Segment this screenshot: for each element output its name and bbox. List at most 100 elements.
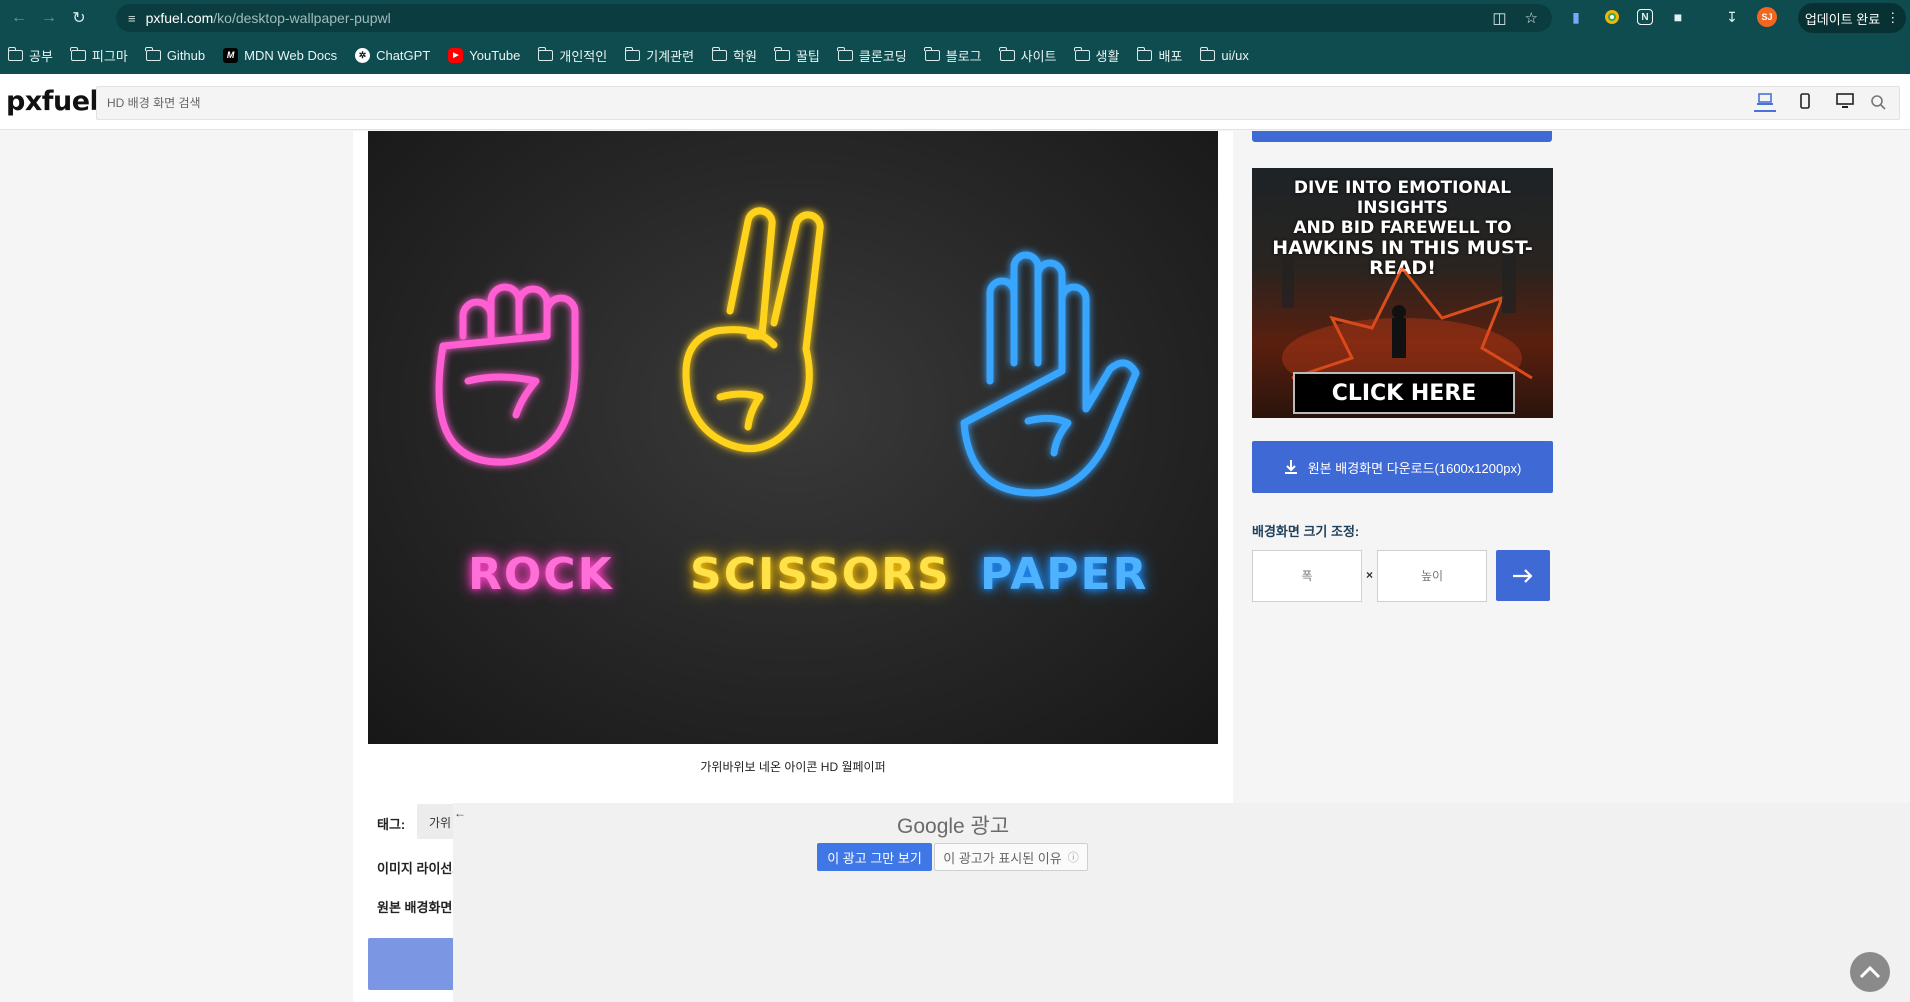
site-info-icon[interactable]: ≡ bbox=[128, 11, 136, 26]
bookmark-item[interactable]: Github bbox=[145, 46, 205, 63]
license-label: 이미지 라이선스 bbox=[377, 861, 465, 876]
folder-icon bbox=[70, 46, 86, 61]
device-filter bbox=[1754, 90, 1856, 112]
laptop-icon[interactable] bbox=[1754, 90, 1776, 112]
url-host: pxfuel.com bbox=[145, 10, 214, 26]
update-label: 업데이트 완료 bbox=[1804, 11, 1881, 27]
extension-color-icon[interactable] bbox=[1601, 6, 1623, 28]
bookmark-label: 개인적인 bbox=[559, 48, 608, 64]
bookmark-label: 기계관련 bbox=[646, 48, 695, 64]
phone-icon[interactable] bbox=[1794, 90, 1816, 112]
extensions-puzzle-icon[interactable]: ■ bbox=[1667, 6, 1689, 28]
bookmark-item[interactable]: 클론코딩 bbox=[837, 46, 907, 65]
profile-avatar[interactable]: SJ bbox=[1757, 7, 1777, 27]
folder-icon bbox=[999, 46, 1015, 61]
paper-hand-icon bbox=[960, 251, 1140, 497]
resize-submit-button[interactable] bbox=[1496, 550, 1550, 601]
bookmark-item[interactable]: 기계관련 bbox=[624, 46, 695, 65]
download-original-button[interactable]: 원본 배경화면 다운로드(1600x1200px) bbox=[1252, 441, 1553, 493]
tag-chip-label: 가위 bbox=[429, 816, 452, 830]
bookmark-item[interactable]: 학원 bbox=[711, 46, 757, 65]
ad-back-icon[interactable]: ← bbox=[454, 806, 466, 820]
times-symbol: × bbox=[1366, 568, 1374, 582]
bookmark-star-icon[interactable]: ☆ bbox=[1525, 9, 1538, 27]
downloads-icon[interactable]: ↧ bbox=[1721, 6, 1743, 28]
bookmark-label: MDN Web Docs bbox=[244, 47, 338, 63]
rock-label: ROCK bbox=[468, 549, 614, 600]
forward-icon[interactable]: → bbox=[34, 3, 64, 33]
update-button[interactable]: 업데이트 완료 ⋮ bbox=[1798, 3, 1906, 33]
folder-icon bbox=[837, 46, 853, 61]
bookmark-item[interactable]: M MDN Web Docs bbox=[223, 47, 338, 63]
url-path: /ko/desktop-wallpaper-pupwl bbox=[213, 10, 391, 26]
lower-download-button[interactable] bbox=[368, 938, 454, 990]
search-box[interactable] bbox=[96, 86, 1900, 120]
bookmark-label: 클론코딩 bbox=[858, 48, 907, 64]
folder-icon bbox=[624, 46, 641, 61]
original-label: 원본 배경화면 bbox=[377, 900, 453, 915]
bookmark-item[interactable]: ▶ YouTube bbox=[448, 47, 520, 63]
height-field[interactable] bbox=[1377, 550, 1487, 602]
bookmark-label: 꿀팁 bbox=[795, 48, 820, 64]
notion-icon[interactable]: N bbox=[1637, 9, 1653, 25]
download-label: 원본 배경화면 다운로드(1600x1200px) bbox=[1307, 460, 1522, 476]
extension-docs-icon[interactable]: ▮ bbox=[1565, 6, 1587, 28]
bookmark-item[interactable]: 배포 bbox=[1136, 46, 1183, 65]
folder-icon bbox=[1074, 46, 1090, 61]
bookmark-item[interactable]: 개인적인 bbox=[537, 46, 608, 65]
download-icon bbox=[1284, 460, 1297, 474]
site-header: pxfuel bbox=[0, 74, 1910, 130]
bookmark-label: 블로그 bbox=[945, 48, 982, 64]
chatgpt-icon: ✲ bbox=[355, 47, 371, 63]
wallpaper-image[interactable]: ROCK SCISSORS PAPER bbox=[368, 131, 1218, 744]
bookmark-item[interactable]: 피그마 bbox=[70, 46, 128, 65]
site-logo[interactable]: pxfuel bbox=[6, 86, 99, 117]
height-input[interactable] bbox=[1378, 551, 1486, 601]
folder-icon bbox=[1199, 46, 1216, 61]
width-input[interactable] bbox=[1253, 551, 1361, 601]
ad-banner[interactable]: DIVE INTO EMOTIONAL INSIGHTS AND BID FAR… bbox=[1252, 168, 1553, 418]
bookmark-label: 배포 bbox=[1158, 48, 1183, 64]
folder-icon bbox=[7, 46, 23, 61]
bookmark-item[interactable]: ui/ux bbox=[1199, 46, 1249, 63]
bookmark-label: 피그마 bbox=[91, 48, 128, 64]
back-icon[interactable]: ← bbox=[4, 3, 34, 33]
rock-fist-icon bbox=[435, 283, 579, 466]
bookmark-item[interactable]: 블로그 bbox=[924, 46, 982, 65]
folder-icon bbox=[774, 46, 790, 61]
search-icon[interactable] bbox=[1870, 94, 1886, 113]
bookmark-item[interactable]: ✲ ChatGPT bbox=[355, 47, 430, 63]
youtube-icon: ▶ bbox=[448, 47, 464, 63]
address-bar[interactable]: ≡ pxfuel.com /ko/desktop-wallpaper-pupwl… bbox=[116, 4, 1552, 32]
width-field[interactable] bbox=[1252, 550, 1362, 602]
bookmark-item[interactable]: 공부 bbox=[7, 46, 53, 65]
reload-icon[interactable]: ↻ bbox=[64, 3, 94, 33]
chevron-up-icon bbox=[1859, 965, 1881, 979]
mdn-icon: M bbox=[223, 47, 239, 63]
install-app-icon[interactable]: ◫ bbox=[1492, 9, 1506, 27]
bookmark-label: 공부 bbox=[29, 48, 53, 64]
top-download-button[interactable] bbox=[1252, 131, 1552, 142]
google-ad-overlay bbox=[453, 803, 1910, 1002]
folder-icon bbox=[537, 46, 554, 61]
bookmark-label: ui/ux bbox=[1221, 47, 1249, 63]
folder-icon bbox=[924, 46, 940, 61]
search-input[interactable] bbox=[97, 87, 1899, 119]
scissors-label: SCISSORS bbox=[690, 549, 951, 600]
stop-ad-button[interactable]: 이 광고 그만 보기 bbox=[817, 843, 932, 871]
bookmarks-bar: 공부 피그마 Github M MDN Web Docs ✲ ChatGPT ▶ YouTube… bbox=[0, 36, 1910, 74]
desktop-icon[interactable] bbox=[1834, 90, 1856, 112]
why-ad-button[interactable]: 이 광고가 표시된 이유 ⓘ bbox=[934, 843, 1088, 871]
ad-cta-button[interactable]: CLICK HERE bbox=[1293, 372, 1515, 414]
wallpaper-caption: 가위바위보 네온 아이콘 HD 월페이퍼 bbox=[700, 760, 886, 774]
bookmark-label: 학원 bbox=[733, 48, 757, 64]
bookmark-item[interactable]: 생활 bbox=[1074, 46, 1119, 65]
bookmark-item[interactable]: 꿀팁 bbox=[774, 46, 820, 65]
scissors-hand-icon bbox=[682, 207, 824, 453]
resize-title: 배경화면 크기 조정: bbox=[1252, 524, 1360, 539]
bookmark-item[interactable]: 사이트 bbox=[999, 46, 1057, 65]
scroll-to-top-button[interactable] bbox=[1850, 952, 1890, 992]
more-menu-icon: ⋮ bbox=[1886, 10, 1900, 25]
extensions-area: ▮ N ■ ↧ SJ bbox=[1565, 6, 1777, 28]
info-icon: ⓘ bbox=[1067, 852, 1079, 864]
